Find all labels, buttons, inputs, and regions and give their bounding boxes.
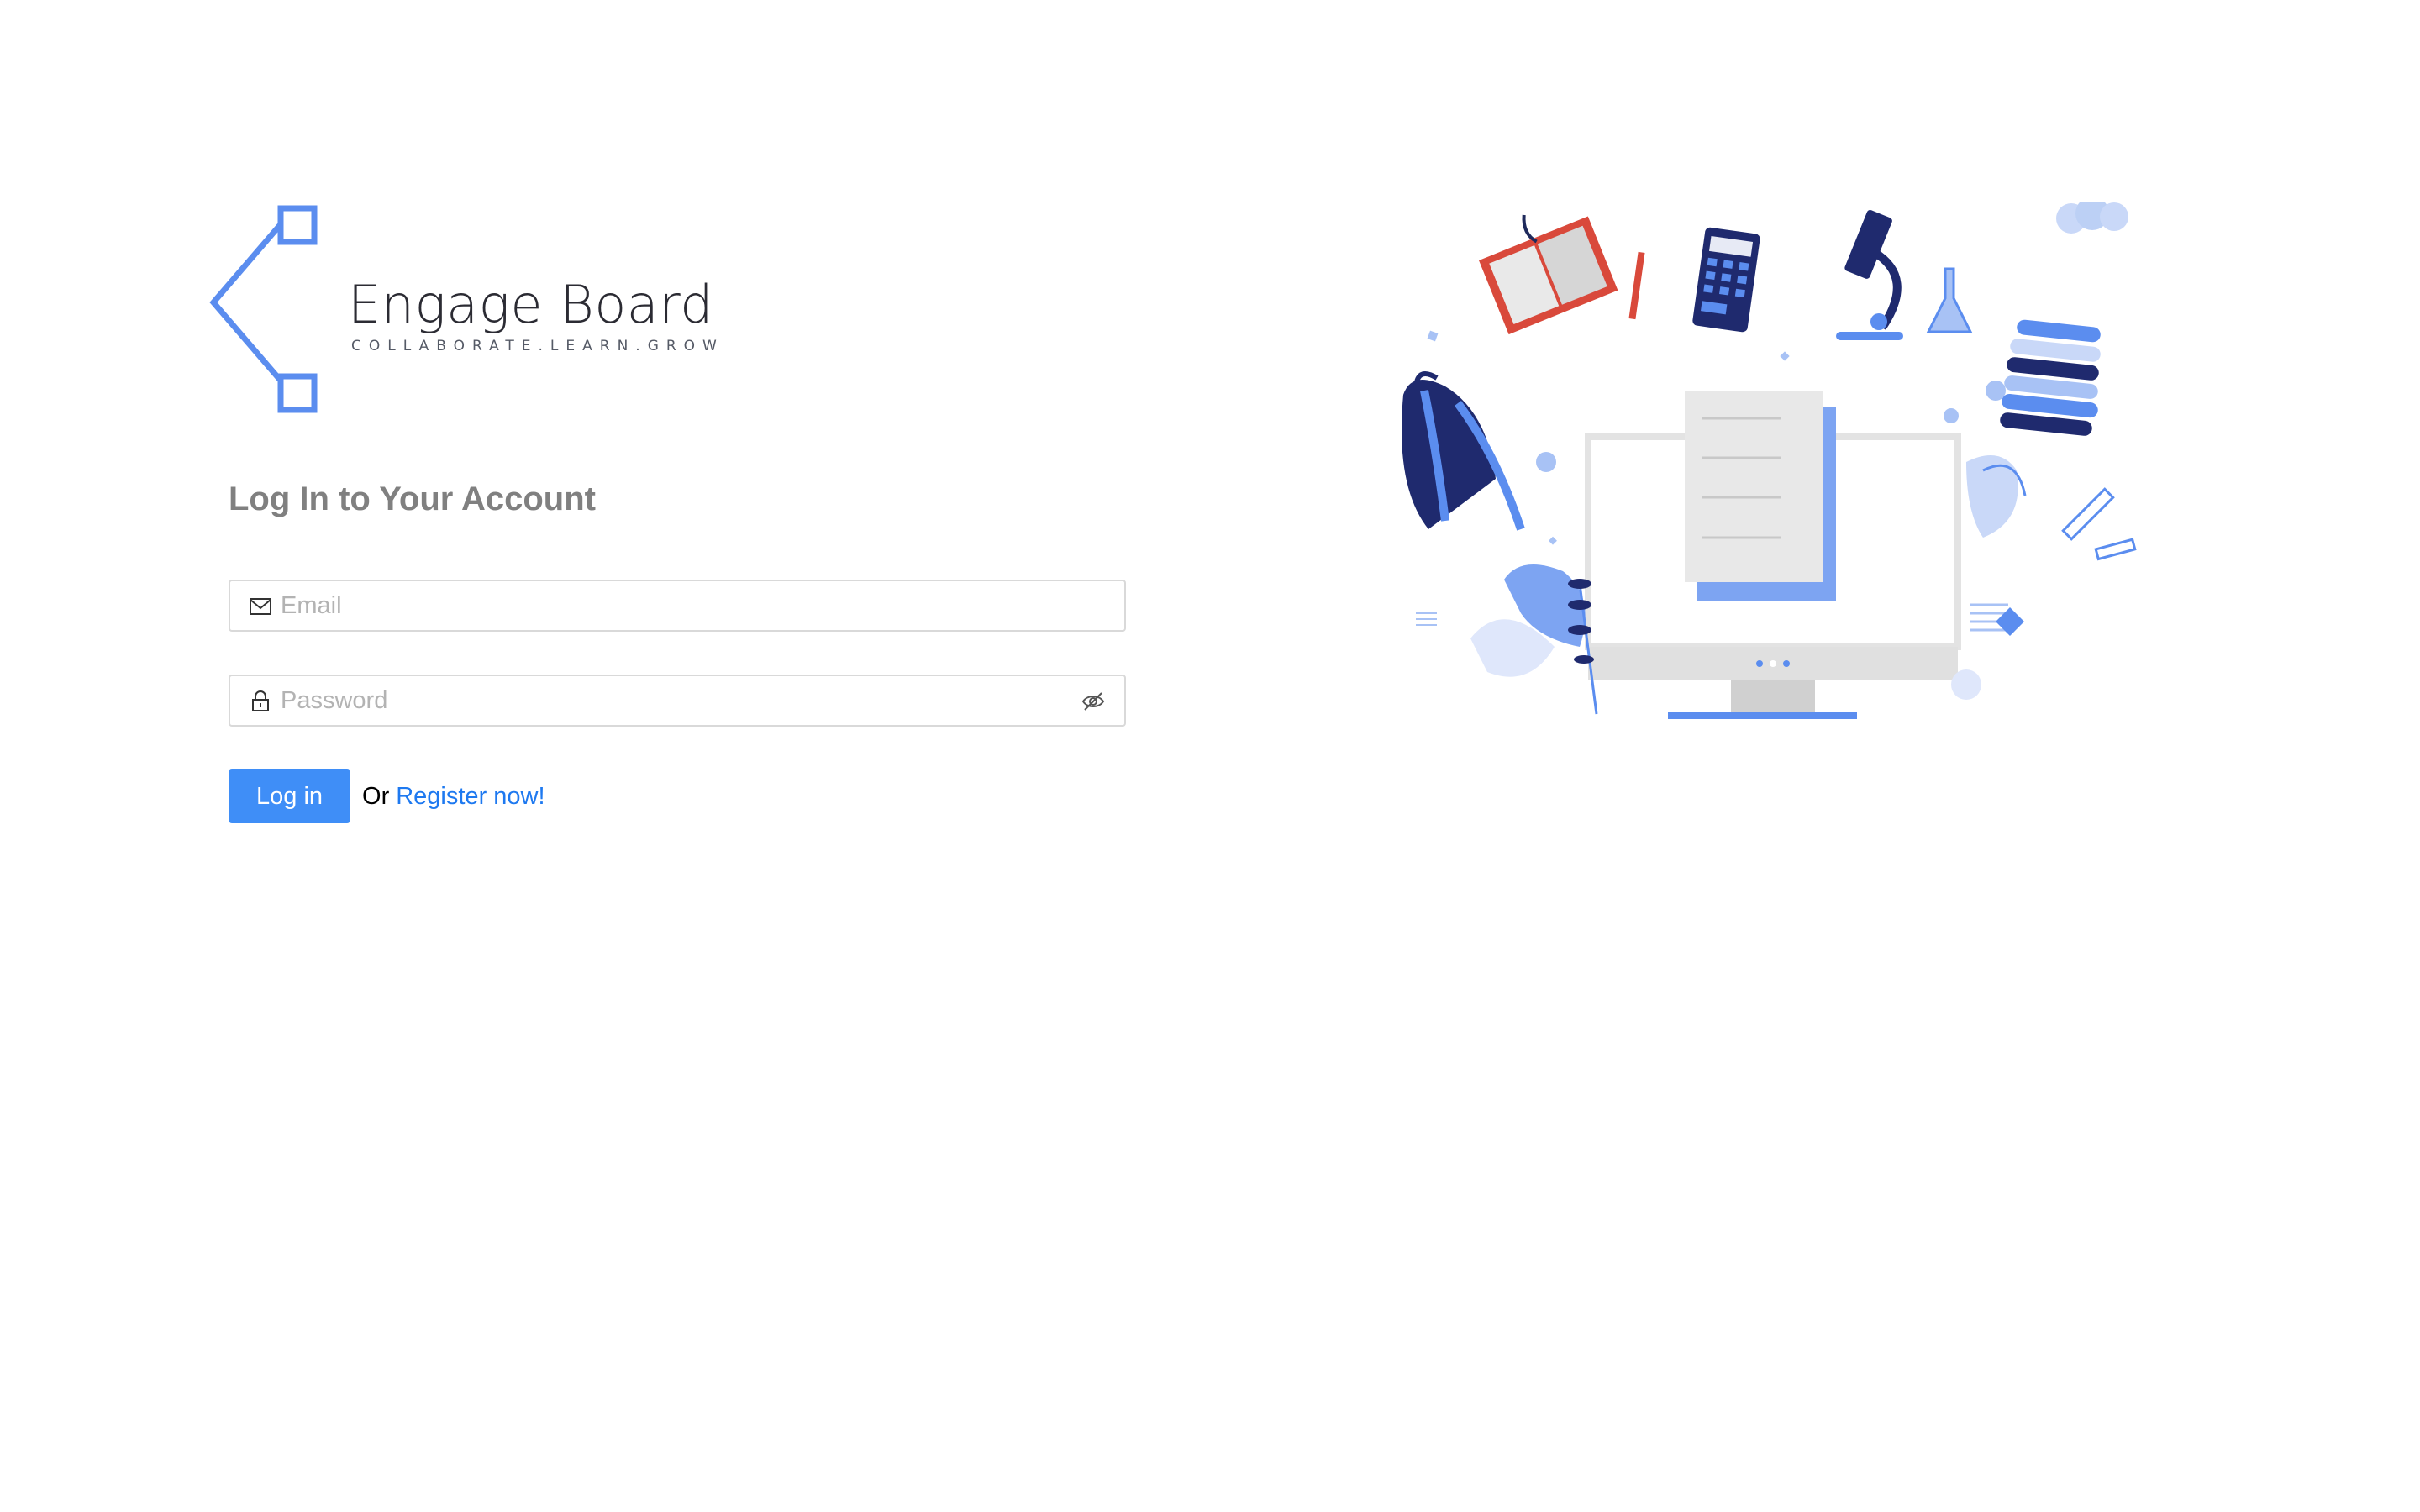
login-button[interactable]: Log in — [229, 769, 351, 823]
password-input[interactable] — [281, 676, 1037, 725]
cloud-icon — [2056, 202, 2128, 234]
email-input[interactable] — [281, 581, 1037, 630]
or-text: Or — [362, 782, 390, 810]
login-actions: Log in Or Register now! — [229, 769, 545, 823]
calculator-icon — [1692, 227, 1760, 333]
document-icon — [1685, 391, 1836, 601]
login-page: Engage Board COLLABORATE.LEARN.GROW Log … — [0, 0, 2420, 1512]
education-illustration — [1402, 202, 2137, 719]
email-field[interactable] — [229, 580, 1126, 632]
lock-icon — [252, 690, 269, 711]
brand-name: Engage Board — [348, 274, 714, 335]
books-stack-icon — [2000, 319, 2101, 436]
mail-icon — [250, 598, 271, 615]
brand-tagline: COLLABORATE.LEARN.GROW — [351, 338, 724, 354]
register-link[interactable]: Register now! — [396, 783, 544, 811]
logo-mark-icon — [209, 205, 318, 413]
eye-invisible-icon[interactable] — [1081, 690, 1106, 713]
microscope-icon — [1836, 209, 1903, 340]
pen-icon — [1628, 251, 1645, 320]
flask-icon — [1926, 267, 1973, 333]
backpack-icon — [1402, 371, 1525, 531]
open-book-icon — [1479, 214, 1618, 335]
brand-logo: Engage Board COLLABORATE.LEARN.GROW — [208, 202, 729, 422]
page-title: Log In to Your Account — [229, 480, 596, 517]
ruler-icon — [2061, 487, 2137, 561]
password-field[interactable] — [229, 675, 1126, 727]
